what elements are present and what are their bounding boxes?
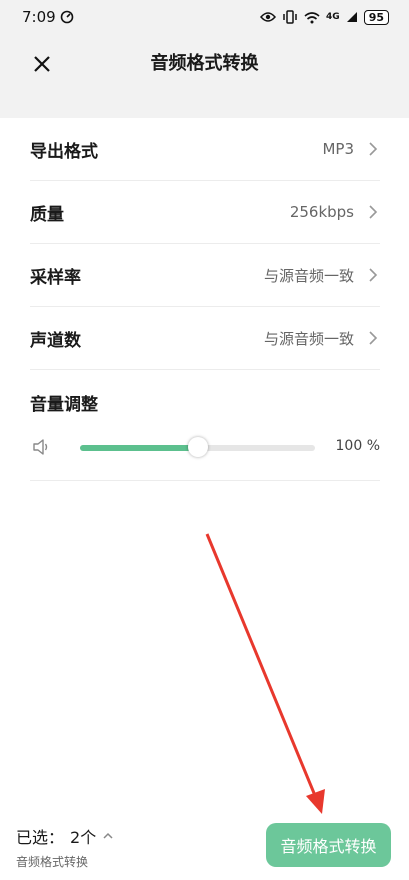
- setting-quality[interactable]: 质量 256kbps: [30, 181, 380, 244]
- setting-value: 与源音频一致: [263, 266, 354, 285]
- chevron-up-icon[interactable]: [102, 831, 114, 841]
- setting-value: 与源音频一致: [263, 329, 354, 348]
- status-left: 7:09: [22, 8, 74, 26]
- selected-count: 2个: [70, 828, 97, 847]
- setting-right: 256kbps: [290, 203, 380, 221]
- selected-prefix: 已选：: [16, 828, 65, 847]
- selection-summary[interactable]: 已选： 2个 音频格式转换: [16, 824, 114, 870]
- speed-icon: [60, 10, 73, 24]
- chevron-right-icon: [369, 331, 378, 345]
- page-title: 音频格式转换: [150, 53, 259, 74]
- setting-label: 导出格式: [30, 141, 98, 162]
- speaker-icon: [33, 439, 48, 455]
- chevron-right-icon: [369, 268, 378, 282]
- setting-label: 质量: [30, 204, 64, 225]
- header: 音频格式转换: [0, 34, 409, 118]
- volume-slider-fill: [80, 445, 198, 451]
- setting-right: 与源音频一致: [264, 265, 380, 286]
- status-right: 4G 95: [260, 9, 389, 25]
- setting-sample-rate[interactable]: 采样率 与源音频一致: [30, 244, 380, 307]
- selection-subtitle: 音频格式转换: [16, 855, 89, 869]
- battery-indicator: 95: [363, 9, 389, 25]
- setting-value: MP3: [322, 140, 354, 158]
- vibrate-icon: [283, 10, 297, 24]
- status-bar: 7:09 4G 95: [0, 0, 409, 34]
- setting-label: 声道数: [30, 330, 81, 351]
- settings-list: 导出格式 MP3 质量 256kbps 采样率 与源音频一致 声道数 与源音频一…: [30, 118, 380, 370]
- eye-icon: [260, 12, 277, 22]
- network-label: 4G: [326, 12, 340, 22]
- setting-right: MP3: [322, 140, 380, 158]
- setting-export-format[interactable]: 导出格式 MP3: [30, 118, 380, 181]
- signal-icon: [346, 12, 357, 22]
- setting-right: 与源音频一致: [264, 328, 380, 349]
- setting-value: 256kbps: [289, 203, 354, 221]
- volume-value: 100 %: [335, 438, 380, 454]
- setting-channels[interactable]: 声道数 与源音频一致: [30, 307, 380, 370]
- chevron-right-icon: [369, 142, 378, 156]
- status-time: 7:09: [22, 8, 56, 26]
- chevron-right-icon: [369, 205, 378, 219]
- setting-label: 采样率: [30, 267, 81, 288]
- convert-button[interactable]: 音频格式转换: [266, 823, 391, 867]
- volume-slider[interactable]: [80, 437, 315, 457]
- volume-slider-thumb[interactable]: [187, 437, 208, 457]
- volume-section: 音量调整 100 %: [30, 372, 380, 481]
- wifi-icon: [304, 11, 320, 23]
- selected-line: 已选： 2个: [16, 824, 114, 848]
- volume-title: 音量调整: [30, 395, 98, 415]
